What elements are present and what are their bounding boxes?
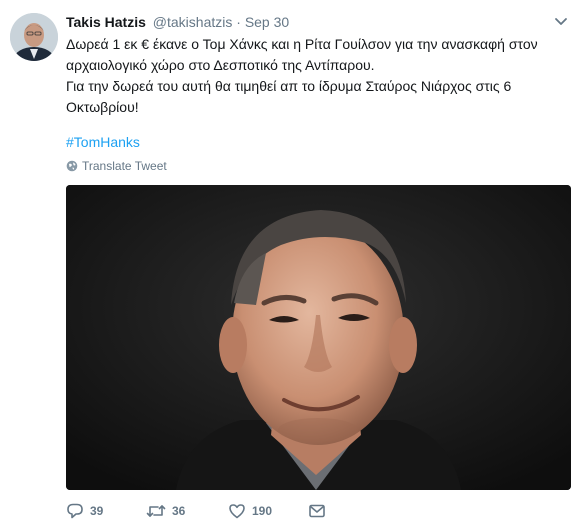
tweet[interactable]: Takis Hatzis @takishatzis · Sep 30 Δωρεά… [0, 0, 582, 531]
chevron-down-icon[interactable] [553, 13, 569, 29]
retweet-icon [146, 505, 166, 517]
like-button[interactable]: 190 [228, 502, 308, 520]
author-handle[interactable]: @takishatzis [153, 14, 233, 30]
reply-icon [67, 503, 83, 519]
avatar[interactable] [10, 13, 58, 61]
timestamp[interactable]: Sep 30 [245, 14, 289, 30]
tweet-text: Δωρεά 1 εκ € έκανε ο Τομ Χάνκς και η Ρίτ… [66, 34, 571, 118]
tweet-text-line1: Δωρεά 1 εκ € έκανε ο Τομ Χάνκς και η Ρίτ… [66, 36, 538, 73]
translate-label: Translate Tweet [82, 159, 167, 173]
globe-icon [66, 160, 78, 172]
heart-icon [229, 504, 245, 519]
hashtag-link[interactable]: #TomHanks [66, 132, 140, 152]
tweet-actions: 39 36 190 [66, 502, 326, 520]
author-name[interactable]: Takis Hatzis [66, 14, 146, 30]
portrait-image [66, 185, 571, 490]
tweet-text-line2: Για την δωρεά του αυτή θα τιμηθεί απ το … [66, 78, 512, 115]
separator: · [236, 14, 241, 30]
reply-button[interactable]: 39 [66, 502, 146, 520]
avatar-image [10, 13, 58, 61]
retweet-button[interactable]: 36 [146, 502, 228, 520]
tweet-header: Takis Hatzis @takishatzis · Sep 30 [66, 13, 552, 31]
direct-message-button[interactable] [308, 502, 326, 520]
translate-tweet-button[interactable]: Translate Tweet [66, 158, 167, 174]
tweet-photo[interactable] [66, 185, 571, 490]
retweet-count: 36 [172, 504, 186, 518]
like-count: 190 [252, 504, 273, 518]
reply-count: 39 [90, 504, 104, 518]
envelope-icon [309, 504, 325, 518]
